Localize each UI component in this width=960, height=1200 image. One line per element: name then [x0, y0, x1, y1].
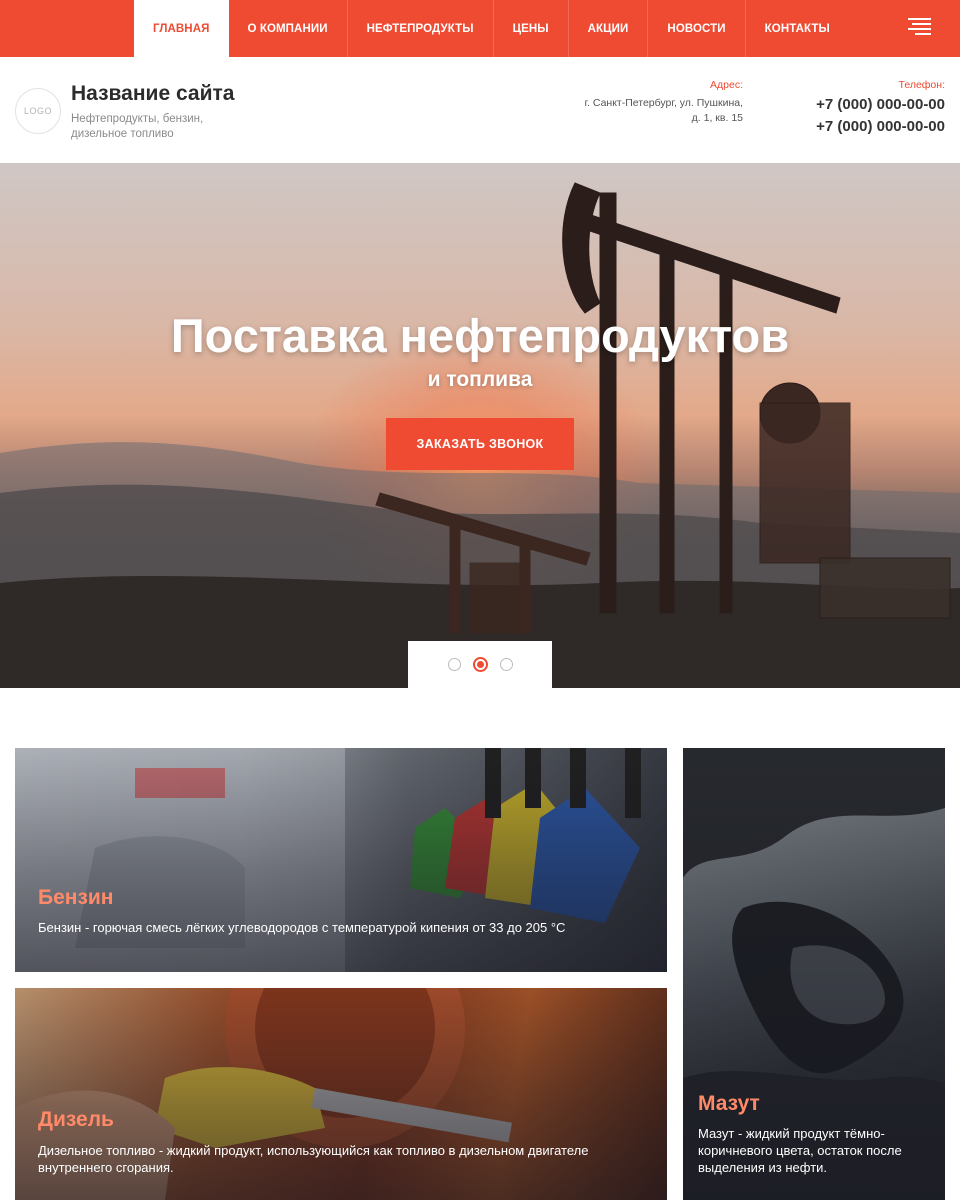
logo[interactable]: LOGO — [15, 88, 61, 134]
phone-label: Телефон: — [898, 79, 945, 91]
address-label: Адрес: — [710, 79, 743, 91]
nav-item-prices[interactable]: ЦЕНЫ — [494, 0, 569, 57]
nav-item-contacts[interactable]: КОНТАКТЫ — [746, 0, 849, 57]
product-card-diesel[interactable]: Дизель Дизельное топливо - жидкий продук… — [15, 988, 667, 1200]
address-text: г. Санкт-Петербург, ул. Пушкина, д. 1, к… — [553, 96, 744, 126]
order-call-button[interactable]: ЗАКАЗАТЬ ЗВОНОК — [386, 418, 574, 470]
site-subtitle: Нефтепродукты, бензин, дизельное топливо — [71, 113, 204, 140]
hero-subtitle: и топлива — [427, 368, 533, 391]
phone-number-1[interactable]: +7 (000) 000-00-00 — [816, 96, 945, 113]
nav-item-products[interactable]: НЕФТЕПРОДУКТЫ — [348, 0, 494, 57]
top-navigation-bar: ГЛАВНАЯ О КОМПАНИИ НЕФТЕПРОДУКТЫ ЦЕНЫ АК… — [0, 0, 960, 57]
hamburger-menu-icon[interactable] — [908, 17, 931, 37]
address-line-1: г. Санкт-Петербург, ул. Пушкина, — [584, 97, 744, 109]
product-card-benzin[interactable]: Бензин Бензин - горючая смесь лёгких угл… — [15, 748, 667, 972]
slider-dot-2-active[interactable] — [472, 657, 488, 672]
hero-slider: Поставка нефтепродуктов и топлива ЗАКАЗА… — [0, 163, 960, 688]
card-text-mazut: Мазут - жидкий продукт тёмно-коричневого… — [698, 1126, 902, 1175]
nav-menu: ГЛАВНАЯ О КОМПАНИИ НЕФТЕПРОДУКТЫ ЦЕНЫ АК… — [134, 0, 849, 57]
address-line-2: д. 1, кв. 15 — [691, 112, 743, 124]
slider-dot-3[interactable] — [499, 658, 513, 671]
card-text-benzin: Бензин - горючая смесь лёгких углеводоро… — [38, 920, 566, 935]
card-title-mazut[interactable]: Мазут — [698, 1092, 760, 1116]
slider-pagination — [408, 641, 552, 688]
slider-dot-1[interactable] — [447, 658, 461, 671]
nav-item-promotions[interactable]: АКЦИИ — [569, 0, 649, 57]
logo-text: LOGO — [23, 106, 52, 116]
card-text-diesel: Дизельное топливо - жидкий продукт, испо… — [38, 1143, 589, 1175]
phone-number-2[interactable]: +7 (000) 000-00-00 — [816, 118, 945, 135]
card-overlay — [15, 748, 667, 972]
card-title-diesel[interactable]: Дизель — [38, 1108, 114, 1132]
product-card-mazut[interactable]: Мазут Мазут - жидкий продукт тёмно-корич… — [683, 748, 945, 1200]
card-title-benzin[interactable]: Бензин — [38, 886, 114, 910]
nav-item-news[interactable]: НОВОСТИ — [648, 0, 746, 57]
hero-title: Поставка нефтепродуктов — [170, 309, 790, 362]
site-title[interactable]: Название сайта — [71, 82, 234, 106]
site-header: LOGO Название сайта Нефтепродукты, бензи… — [0, 57, 960, 163]
nav-item-about[interactable]: О КОМПАНИИ — [229, 0, 348, 57]
nav-item-home[interactable]: ГЛАВНАЯ — [134, 0, 229, 57]
